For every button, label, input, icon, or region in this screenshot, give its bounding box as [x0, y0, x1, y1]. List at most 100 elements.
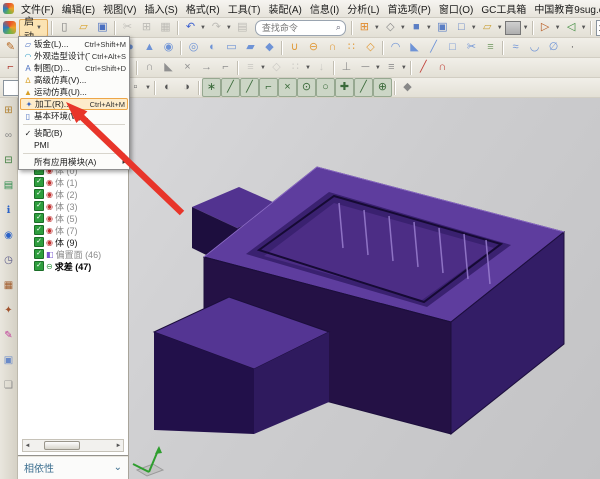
immersive-show-icon[interactable]: ◁	[562, 18, 581, 37]
tree-row[interactable]: ✓◉体 (2)	[18, 188, 128, 200]
menubar-item-9[interactable]: 首选项(P)	[384, 0, 435, 17]
tree-row[interactable]: ✓◧偏置面 (46)	[18, 248, 128, 260]
chamfer-icon[interactable]: ◣	[405, 38, 424, 57]
offset-surface-icon[interactable]: ≡	[481, 38, 500, 57]
shaded-view-icon[interactable]: ■	[407, 18, 426, 37]
pocket-icon[interactable]: ▭	[222, 38, 241, 57]
cut-icon[interactable]: ✂	[118, 18, 137, 37]
sketch-chamfer-icon[interactable]: ◣	[159, 58, 178, 77]
tree-row[interactable]: ✓◉体 (3)	[18, 200, 128, 212]
manufacturing-wizard-icon[interactable]: ✦	[1, 303, 16, 318]
menubar-item-11[interactable]: GC工具箱	[477, 0, 530, 17]
checkbox-checked-icon[interactable]: ✓	[34, 177, 44, 187]
control-point-icon[interactable]: ⌐	[259, 78, 278, 97]
new-file-icon[interactable]: ▯	[55, 18, 74, 37]
pattern-curve-icon[interactable]: ∷	[286, 58, 305, 77]
make-corner-icon[interactable]: ⌐	[216, 58, 235, 77]
roles-icon[interactable]: ✎	[1, 328, 16, 343]
checkbox-checked-icon[interactable]: ✓	[34, 213, 44, 223]
tree-row[interactable]: ✓⊖求差 (47)	[18, 260, 128, 272]
copy-icon[interactable]: ⊞	[137, 18, 156, 37]
end-point-icon[interactable]: ╱	[221, 78, 240, 97]
sphere-icon[interactable]: ◉	[159, 38, 178, 57]
caret-down-icon[interactable]: ▼	[401, 65, 407, 71]
menubar-item-4[interactable]: 格式(R)	[182, 0, 224, 17]
swept-icon[interactable]: ≈	[506, 38, 525, 57]
menubar-item-2[interactable]: 视图(V)	[99, 0, 140, 17]
auto-dimension-icon[interactable]: ≡	[382, 58, 401, 77]
bookmark-icon[interactable]: ◆	[398, 78, 417, 97]
tree-horizontal-scrollbar[interactable]: ◄ ►	[22, 439, 124, 452]
caret-down-icon[interactable]: ▼	[581, 25, 587, 31]
line-color-icon[interactable]: ╱	[414, 58, 433, 77]
emboss-icon[interactable]: ◆	[260, 38, 279, 57]
tree-row[interactable]: ✓◉体 (5)	[18, 212, 128, 224]
dependencies-section-header[interactable]: 相依性 ⌄	[18, 455, 128, 479]
snap-point-icon[interactable]: ∗	[202, 78, 221, 97]
point-on-curve-icon[interactable]: ╱	[354, 78, 373, 97]
menu-item-all-applications[interactable]: 所有应用模块(A)▸	[20, 156, 128, 168]
reuse-library-icon[interactable]: ▤	[1, 178, 16, 193]
checkbox-checked-icon[interactable]: ✓	[34, 237, 44, 247]
menu-item-sheet-metal[interactable]: ▱钣金(L)...Ctrl+Shift+M	[20, 38, 128, 50]
existing-point-icon[interactable]: ✚	[335, 78, 354, 97]
pad-icon[interactable]: ▰	[241, 38, 260, 57]
system-scenes-icon[interactable]: ▣	[1, 353, 16, 368]
mid-point-icon[interactable]: ╱	[240, 78, 259, 97]
quick-extend-icon[interactable]: →	[197, 58, 216, 77]
tree-row[interactable]: ✓◉体 (7)	[18, 224, 128, 236]
menu-item-advanced-simulation[interactable]: ∆高级仿真(V)...	[20, 74, 128, 86]
draft-icon[interactable]: ╱	[424, 38, 443, 57]
menubar-item-3[interactable]: 插入(S)	[140, 0, 181, 17]
print-icon[interactable]: ▤	[233, 18, 252, 37]
intersection-point-icon[interactable]: ×	[278, 78, 297, 97]
edge-blend-icon[interactable]: ◠	[386, 38, 405, 57]
menu-item-drafting[interactable]: A制图(D)...Ctrl+Shift+D	[20, 62, 128, 74]
caret-down-icon[interactable]: ▼	[555, 25, 561, 31]
redo-icon[interactable]: ↷	[207, 18, 226, 37]
offset-curve-icon[interactable]: ≡	[241, 58, 260, 77]
menu-item-manufacturing[interactable]: ✦加工(R)...Ctrl+Alt+M	[20, 98, 128, 110]
tube-icon[interactable]: ∅	[544, 38, 563, 57]
scroll-thumb[interactable]	[44, 441, 80, 450]
cone-icon[interactable]: ▲	[140, 38, 159, 57]
mirror-curve-icon[interactable]: ◇	[267, 58, 286, 77]
caret-down-icon[interactable]: ▼	[471, 25, 477, 31]
work-layer-combo[interactable]: 1▼	[596, 20, 600, 36]
unite-icon[interactable]: ∪	[285, 38, 304, 57]
paste-icon[interactable]: ▦	[156, 18, 175, 37]
highlight-shaded-icon[interactable]: ◐	[158, 78, 177, 97]
checkbox-checked-icon[interactable]: ✓	[34, 261, 44, 271]
menubar-item-8[interactable]: 分析(L)	[343, 0, 383, 17]
fillet-icon[interactable]: ∩	[140, 58, 159, 77]
caret-down-icon[interactable]: ▼	[426, 25, 432, 31]
tree-row[interactable]: ✓◉体 (1)	[18, 176, 128, 188]
mirror-feature-icon[interactable]: ◇	[361, 38, 380, 57]
menubar-item-1[interactable]: 编辑(E)	[58, 0, 99, 17]
window-layout-icon[interactable]: ⊞	[355, 18, 374, 37]
caret-down-icon[interactable]: ▼	[523, 25, 529, 31]
save-icon[interactable]: ▣	[93, 18, 112, 37]
work-section-icon[interactable]: ◑	[177, 78, 196, 97]
dialog-memory-icon[interactable]: ❏	[1, 378, 16, 393]
menu-item-shape-studio[interactable]: ◠外观造型设计(T)...Ctrl+Alt+S	[20, 50, 128, 62]
command-finder[interactable]: ⌕	[255, 20, 346, 36]
intersect-icon[interactable]: ∩	[323, 38, 342, 57]
constraint-navigator-icon[interactable]: ∞	[1, 128, 16, 143]
menubar-item-6[interactable]: 装配(A)	[264, 0, 305, 17]
hd3d-tools-icon[interactable]: ℹ	[1, 203, 16, 218]
part-navigator-icon[interactable]: ⊟	[1, 153, 16, 168]
project-curve-icon[interactable]: ↓	[312, 58, 331, 77]
undo-icon[interactable]: ↶	[181, 18, 200, 37]
arc-color-icon[interactable]: ∩	[433, 58, 452, 77]
scroll-right-arrow[interactable]: ►	[114, 443, 123, 449]
menu-item-motion-simulation[interactable]: ▲运动仿真(U)...	[20, 86, 128, 98]
search-icon[interactable]: ⌕	[336, 22, 341, 33]
menu-item-pmi[interactable]: PMI	[20, 139, 128, 151]
caret-down-icon[interactable]: ▼	[400, 25, 406, 31]
menubar-item-10[interactable]: 窗口(O)	[435, 0, 477, 17]
caret-down-icon[interactable]: ▼	[200, 25, 206, 31]
open-file-icon[interactable]: ▱	[74, 18, 93, 37]
caret-down-icon[interactable]: ▼	[374, 25, 380, 31]
menu-item-assemblies[interactable]: ✓装配(B)	[20, 127, 128, 139]
